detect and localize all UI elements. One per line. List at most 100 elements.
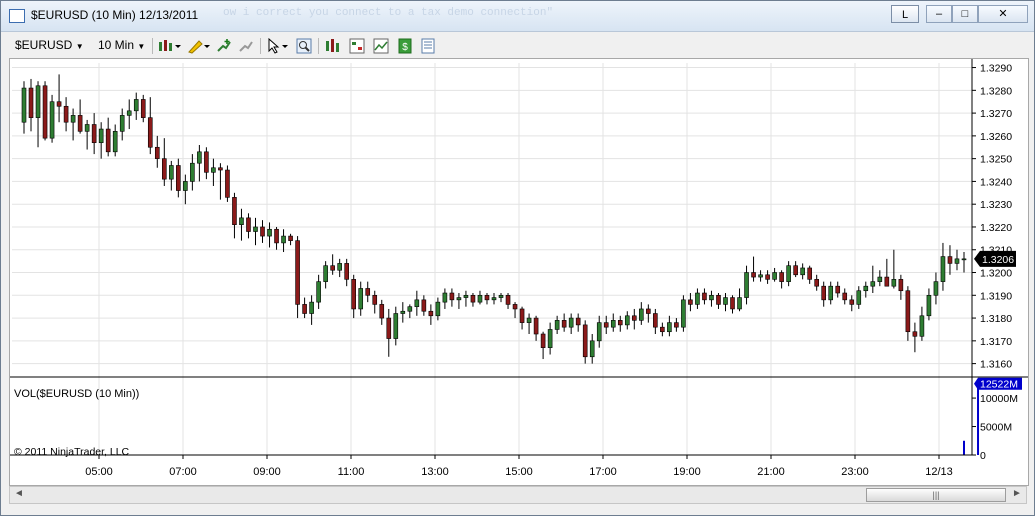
candle-body [933, 281, 939, 296]
price-tick-label: 1.3200 [980, 268, 1012, 280]
add-indicator-icon[interactable] [216, 38, 232, 54]
candle-body [709, 294, 714, 301]
price-tick-label: 1.3280 [980, 85, 1012, 97]
close-button[interactable]: ✕ [978, 5, 1028, 23]
interval-selector[interactable]: 10 Min ▼ [98, 38, 145, 52]
scrollbar-grip-icon: ||| [932, 490, 940, 500]
candle-body [751, 272, 756, 278]
volume-tick-label: 5000M [980, 422, 1012, 434]
remove-indicator-icon[interactable] [238, 38, 254, 54]
price-chart[interactable]: 1.3290 1.3280 1.3270 1.3260 1.3250 1.3240 1.32… [10, 59, 1028, 485]
candle-body [267, 228, 272, 237]
candle-body [204, 151, 209, 173]
candle-body [603, 322, 609, 328]
layout-button[interactable]: L [891, 5, 919, 23]
candle-body [519, 308, 525, 323]
time-tick-label: 11:00 [338, 466, 365, 478]
candle-body [730, 297, 735, 310]
zoom-icon[interactable] [296, 38, 312, 54]
candle-body [765, 274, 770, 280]
draw-pencil-icon[interactable] [187, 38, 211, 54]
candle-body [337, 263, 342, 271]
price-tick-label: 1.3240 [980, 176, 1012, 188]
restore-button[interactable]: □ [952, 5, 978, 23]
candle-body [695, 292, 700, 305]
time-tick-label: 15:00 [505, 466, 533, 478]
candle-body [617, 320, 623, 326]
chart-window: $EURUSD (10 Min) 12/13/2011 ow i correct… [0, 0, 1035, 516]
interval-label: 10 Min [98, 38, 135, 52]
candle-body [302, 304, 307, 314]
candle-body [631, 315, 637, 321]
instrument-selector[interactable]: $EURUSD ▼ [15, 38, 84, 52]
candle-body [723, 297, 728, 305]
minimize-button[interactable]: – [926, 5, 952, 23]
properties-icon[interactable] [420, 38, 436, 54]
strategy-icon[interactable] [325, 38, 341, 54]
price-tick-label: 1.3190 [980, 290, 1012, 302]
title-bar[interactable]: $EURUSD (10 Min) 12/13/2011 ow i correct… [1, 1, 1034, 32]
volume-bar [963, 440, 965, 455]
candle-body [126, 110, 132, 116]
price-tick-label: 1.3170 [980, 336, 1012, 348]
candle-body [246, 217, 251, 232]
chevron-down-icon: ▼ [137, 42, 146, 51]
last-price-label: 1.3206 [982, 254, 1014, 266]
scroll-right-arrow-icon[interactable]: ► [1012, 488, 1022, 499]
chart-panel[interactable]: 1.3290 1.3280 1.3270 1.3260 1.3250 1.3240 1.32… [9, 58, 1029, 486]
candle-body [793, 265, 798, 276]
candle-body [470, 294, 476, 303]
volume-series [963, 383, 980, 455]
candle-body [154, 146, 160, 159]
candle-body [442, 292, 448, 303]
candle-body [309, 301, 314, 314]
cursor-icon[interactable] [266, 38, 290, 54]
candle-body [849, 299, 855, 305]
scrollbar-thumb[interactable]: ||| [866, 488, 1006, 502]
candle-body [358, 288, 364, 310]
candle-body [197, 151, 202, 164]
candle-body [169, 165, 174, 180]
chart-app-icon [9, 9, 25, 23]
price-tick-label: 1.3250 [980, 154, 1012, 166]
candle-body [919, 315, 925, 337]
scroll-left-arrow-icon[interactable]: ◄ [14, 488, 24, 499]
candle-body [533, 317, 539, 335]
candle-body [218, 167, 223, 171]
candle-body [70, 115, 76, 123]
candle-body [954, 258, 960, 264]
candle-body [35, 85, 41, 118]
candle-body [498, 294, 504, 298]
candle-body [260, 226, 265, 237]
candle-body [190, 162, 195, 182]
candle-body [435, 301, 441, 317]
candle-body [814, 279, 819, 287]
candle-body [737, 297, 742, 310]
candle-body [253, 226, 258, 232]
candle-body [716, 294, 721, 305]
candle-body [42, 85, 48, 139]
candle-body [877, 276, 883, 282]
candle-body [835, 285, 841, 294]
last-volume-label: 12522M [980, 379, 1018, 391]
candle-body [589, 340, 595, 358]
candle-body [161, 158, 167, 180]
price-tick-label: 1.3160 [980, 359, 1012, 371]
candle-body [63, 105, 69, 123]
candle-body [281, 235, 286, 244]
chart-trader-icon[interactable] [349, 38, 365, 54]
price-tick-label: 1.3270 [980, 108, 1012, 120]
horizontal-scrollbar[interactable]: ◄ ||| ► [9, 486, 1027, 504]
candle-body [463, 294, 469, 298]
bar-style-icon[interactable] [158, 38, 182, 54]
performance-icon[interactable] [373, 38, 389, 54]
candle-body [344, 263, 349, 280]
candle-body [316, 281, 321, 303]
candle-body [147, 117, 153, 148]
candle-body [681, 299, 686, 328]
data-box-icon[interactable]: $ [397, 38, 413, 54]
candle-body [779, 272, 784, 282]
candle-body [800, 267, 805, 276]
candle-body [456, 297, 462, 301]
toolbar-separator [260, 38, 261, 54]
